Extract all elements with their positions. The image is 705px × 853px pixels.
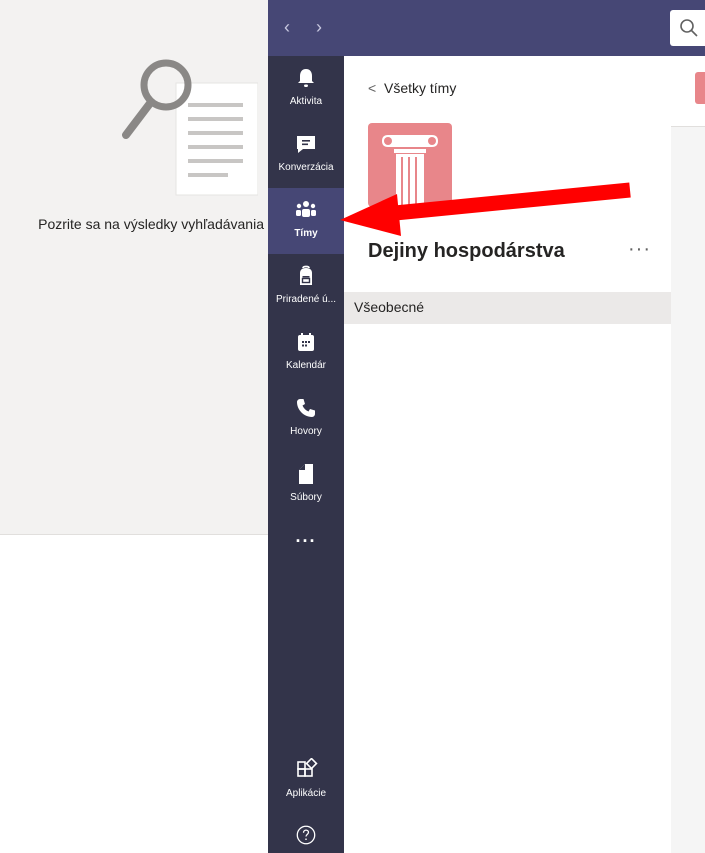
conversation-header [671,56,705,127]
column-icon [382,135,438,207]
search-results-area: Pozrite sa na výsledky vyhľadávania [0,0,268,535]
conversation-pane [671,56,705,853]
rail-item-aplikacie[interactable]: Aplikácie [268,748,344,814]
forward-nav-button[interactable]: › [316,16,322,38]
calendar-icon [298,333,314,351]
rail-item-kalendar[interactable]: Kalendár [268,320,344,386]
rail-item-konverzacia[interactable]: Konverzácia [268,122,344,188]
back-nav-button[interactable]: ‹ [284,16,290,38]
channel-item-vseobecne[interactable]: Všeobecné [344,292,671,324]
search-results-message: Pozrite sa na výsledky vyhľadávania [38,216,264,232]
help-icon [296,825,316,845]
app-bar: Aktivita Konverzácia Tímy Priradené ú... [268,56,344,853]
all-teams-back-link[interactable]: < Všetky tímy [368,80,456,96]
more-icon: ... [295,526,317,546]
bell-icon [298,69,314,87]
team-name: Dejiny hospodárstva [368,240,565,262]
left-blank-area [0,535,268,853]
team-channels-pane: < Všetky tímy Dejiny hospodárstva ··· Vše… [344,56,672,853]
team-avatar[interactable] [368,123,452,207]
apps-icon [297,758,318,777]
rail-label: Tímy [294,228,318,239]
rail-item-subory[interactable]: Súbory [268,452,344,518]
rail-label: Hovory [290,426,322,437]
rail-item-aktivita[interactable]: Aktivita [268,56,344,122]
search-illustration-icon [122,59,258,196]
all-teams-label: Všetky tímy [384,80,457,96]
teams-icon [296,201,316,217]
title-bar: ‹ › [268,0,705,56]
team-more-options-button[interactable]: ··· [628,238,651,261]
search-results-pane: Pozrite sa na výsledky vyhľadávania [0,0,268,853]
more-apps-button[interactable]: ... [268,522,344,558]
rail-label: Konverzácia [278,162,334,173]
search-box[interactable] [670,10,705,46]
chevron-left-icon: < [368,80,377,96]
file-icon [299,464,313,484]
phone-icon [297,399,315,417]
rail-item-timy[interactable]: Tímy [268,188,344,254]
team-avatar-small [695,72,705,104]
help-button[interactable] [268,820,344,853]
rail-label: Aplikácie [285,788,327,799]
backpack-icon [300,265,312,285]
rail-label: Súbory [290,492,322,503]
search-icon [680,19,698,37]
channel-label: Všeobecné [354,299,425,315]
rail-label: Kalendár [285,360,327,371]
rail-label: Priradené ú... [275,294,337,305]
rail-item-hovory[interactable]: Hovory [268,386,344,452]
chat-icon [297,136,315,153]
rail-label: Aktivita [289,96,323,107]
rail-item-priradene-ulohy[interactable]: Priradené ú... [268,254,344,320]
